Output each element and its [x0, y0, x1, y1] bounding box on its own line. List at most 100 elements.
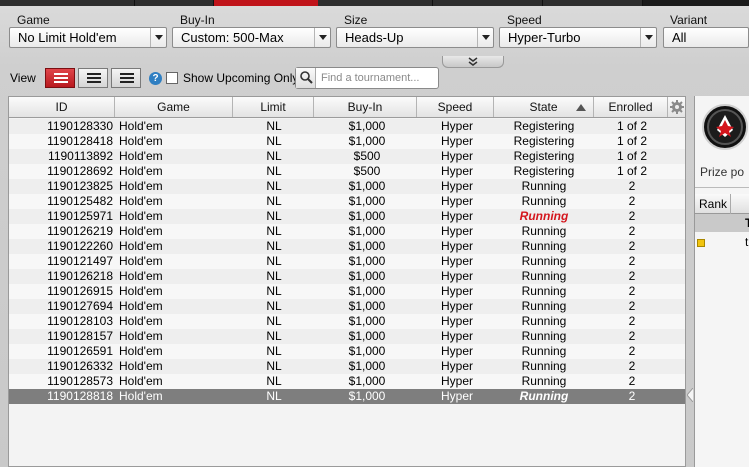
show-upcoming-checkbox[interactable]	[166, 72, 178, 84]
cell-id: 1190125482	[47, 194, 113, 208]
cell-buyin: $1,000	[348, 134, 386, 148]
tournament-search	[295, 67, 439, 89]
cell-game: Hold'em	[119, 359, 163, 373]
cell-buyin: $1,000	[348, 359, 386, 373]
table-row[interactable]: 1190122260 Hold'em NL $1,000 Hyper Running 2	[9, 239, 685, 254]
size-dropdown[interactable]: Heads-Up	[336, 27, 494, 48]
cell-enrolled: 1 of 2	[616, 134, 648, 148]
rank-column-header[interactable]: Rank	[699, 197, 727, 211]
cell-state: Registering	[513, 149, 575, 163]
table-row[interactable]: 1190123825 Hold'em NL $1,000 Hyper Running 2	[9, 179, 685, 194]
table-row[interactable]: 1190128692 Hold'em NL $500 Hyper Registering 1…	[9, 164, 685, 179]
cell-id: 1190122260	[47, 239, 113, 253]
table-row[interactable]: 1190126915 Hold'em NL $1,000 Hyper Running 2	[9, 284, 685, 299]
cell-limit: NL	[266, 374, 282, 388]
cell-buyin: $1,000	[348, 179, 386, 193]
cell-limit: NL	[266, 119, 282, 133]
cell-state: Running	[521, 329, 567, 343]
table-row[interactable]: 1190128818 Hold'em NL $1,000 Hyper Running 2	[9, 389, 685, 404]
chevron-down-icon[interactable]	[314, 28, 330, 47]
cell-state: Running	[521, 299, 567, 313]
cell-speed: Hyper	[440, 374, 473, 388]
gear-icon[interactable]	[670, 100, 684, 114]
collapse-filters-tab[interactable]	[442, 56, 504, 68]
table-row[interactable]: 1190126218 Hold'em NL $1,000 Hyper Running 2	[9, 269, 685, 284]
cell-state: Running	[521, 284, 567, 298]
speed-dropdown[interactable]: Hyper-Turbo	[499, 27, 657, 48]
table-row[interactable]: 1190126591 Hold'em NL $1,000 Hyper Running 2	[9, 344, 685, 359]
tournament-grid: ID Game Limit Buy-In Speed State Enrolle…	[8, 96, 686, 467]
table-row[interactable]: 1190125971 Hold'em NL $1,000 Hyper Running 2	[9, 209, 685, 224]
cell-game: Hold'em	[119, 284, 163, 298]
cell-game: Hold'em	[119, 239, 163, 253]
table-row[interactable]: 1190127694 Hold'em NL $1,000 Hyper Running 2	[9, 299, 685, 314]
table-row[interactable]: 1190128157 Hold'em NL $1,000 Hyper Running 2	[9, 329, 685, 344]
table-row[interactable]: 1190113892 Hold'em NL $500 Hyper Registering 1…	[9, 149, 685, 164]
column-header-enrolled[interactable]: Enrolled	[594, 97, 668, 117]
chevron-down-icon[interactable]	[640, 28, 656, 47]
selection-pointer-icon	[687, 388, 693, 402]
cell-enrolled: 2	[628, 254, 636, 268]
search-input[interactable]	[319, 70, 435, 86]
cell-limit: NL	[266, 134, 282, 148]
search-icon[interactable]	[296, 68, 316, 88]
table-row[interactable]: 1190128573 Hold'em NL $1,000 Hyper Running 2	[9, 374, 685, 389]
cell-state: Running	[521, 194, 567, 208]
cell-limit: NL	[266, 194, 282, 208]
rank-table-row[interactable]: T	[695, 214, 749, 232]
cell-limit: NL	[266, 344, 282, 358]
buyin-dropdown-value: Custom: 500-Max	[181, 30, 284, 45]
cell-id: 1190128418	[47, 134, 113, 148]
cell-enrolled: 2	[628, 389, 636, 403]
table-row[interactable]: 1190128103 Hold'em NL $1,000 Hyper Running 2	[9, 314, 685, 329]
game-dropdown[interactable]: No Limit Hold'em	[9, 27, 167, 48]
table-row[interactable]: 1190121497 Hold'em NL $1,000 Hyper Running 2	[9, 254, 685, 269]
table-row[interactable]: 1190125482 Hold'em NL $1,000 Hyper Running 2	[9, 194, 685, 209]
cell-id: 1190126332	[47, 359, 113, 373]
cell-game: Hold'em	[119, 299, 163, 313]
table-row[interactable]: 1190128418 Hold'em NL $1,000 Hyper Registerin…	[9, 134, 685, 149]
column-header-limit[interactable]: Limit	[233, 97, 314, 117]
cell-limit: NL	[266, 359, 282, 373]
cell-speed: Hyper	[440, 179, 473, 193]
cell-buyin: $1,000	[348, 239, 386, 253]
cell-limit: NL	[266, 269, 282, 283]
chevron-down-icon[interactable]	[150, 28, 166, 47]
cell-state: Running	[521, 224, 567, 238]
cell-game: Hold'em	[119, 269, 163, 283]
cell-id: 1190128157	[47, 329, 113, 343]
cell-limit: NL	[266, 389, 282, 403]
cell-game: Hold'em	[119, 209, 163, 223]
column-header-id[interactable]: ID	[9, 97, 115, 117]
cell-enrolled: 1 of 2	[616, 119, 648, 133]
cell-speed: Hyper	[440, 239, 473, 253]
view-list-button[interactable]	[45, 68, 75, 88]
variant-dropdown[interactable]: All	[663, 27, 749, 48]
table-row[interactable]: 1190126332 Hold'em NL $1,000 Hyper Running 2	[9, 359, 685, 374]
table-row[interactable]: 1190128330 Hold'em NL $1,000 Hyper Registerin…	[9, 119, 685, 134]
cell-enrolled: 2	[628, 344, 636, 358]
cell-speed: Hyper	[440, 389, 473, 403]
sort-ascending-icon	[576, 104, 586, 111]
column-header-game[interactable]: Game	[115, 97, 233, 117]
cell-speed: Hyper	[440, 254, 473, 268]
cell-limit: NL	[266, 329, 282, 343]
cell-game: Hold'em	[119, 329, 163, 343]
speed-filter-label: Speed	[507, 13, 542, 27]
show-upcoming-label[interactable]: Show Upcoming Only	[183, 71, 298, 85]
view-detail-button[interactable]	[78, 68, 108, 88]
column-header-buyin[interactable]: Buy-In	[314, 97, 417, 117]
divider	[695, 187, 749, 188]
help-icon[interactable]: ?	[149, 72, 162, 85]
buyin-dropdown[interactable]: Custom: 500-Max	[172, 27, 331, 48]
column-header-speed[interactable]: Speed	[417, 97, 494, 117]
chevron-down-icon[interactable]	[477, 28, 493, 47]
cell-enrolled: 2	[628, 194, 636, 208]
cell-speed: Hyper	[440, 344, 473, 358]
cell-id: 1190128330	[47, 119, 113, 133]
cell-game: Hold'em	[119, 119, 163, 133]
view-compact-button[interactable]	[111, 68, 141, 88]
cell-state: Running	[519, 389, 569, 403]
cell-enrolled: 2	[628, 284, 636, 298]
table-row[interactable]: 1190126219 Hold'em NL $1,000 Hyper Running 2	[9, 224, 685, 239]
